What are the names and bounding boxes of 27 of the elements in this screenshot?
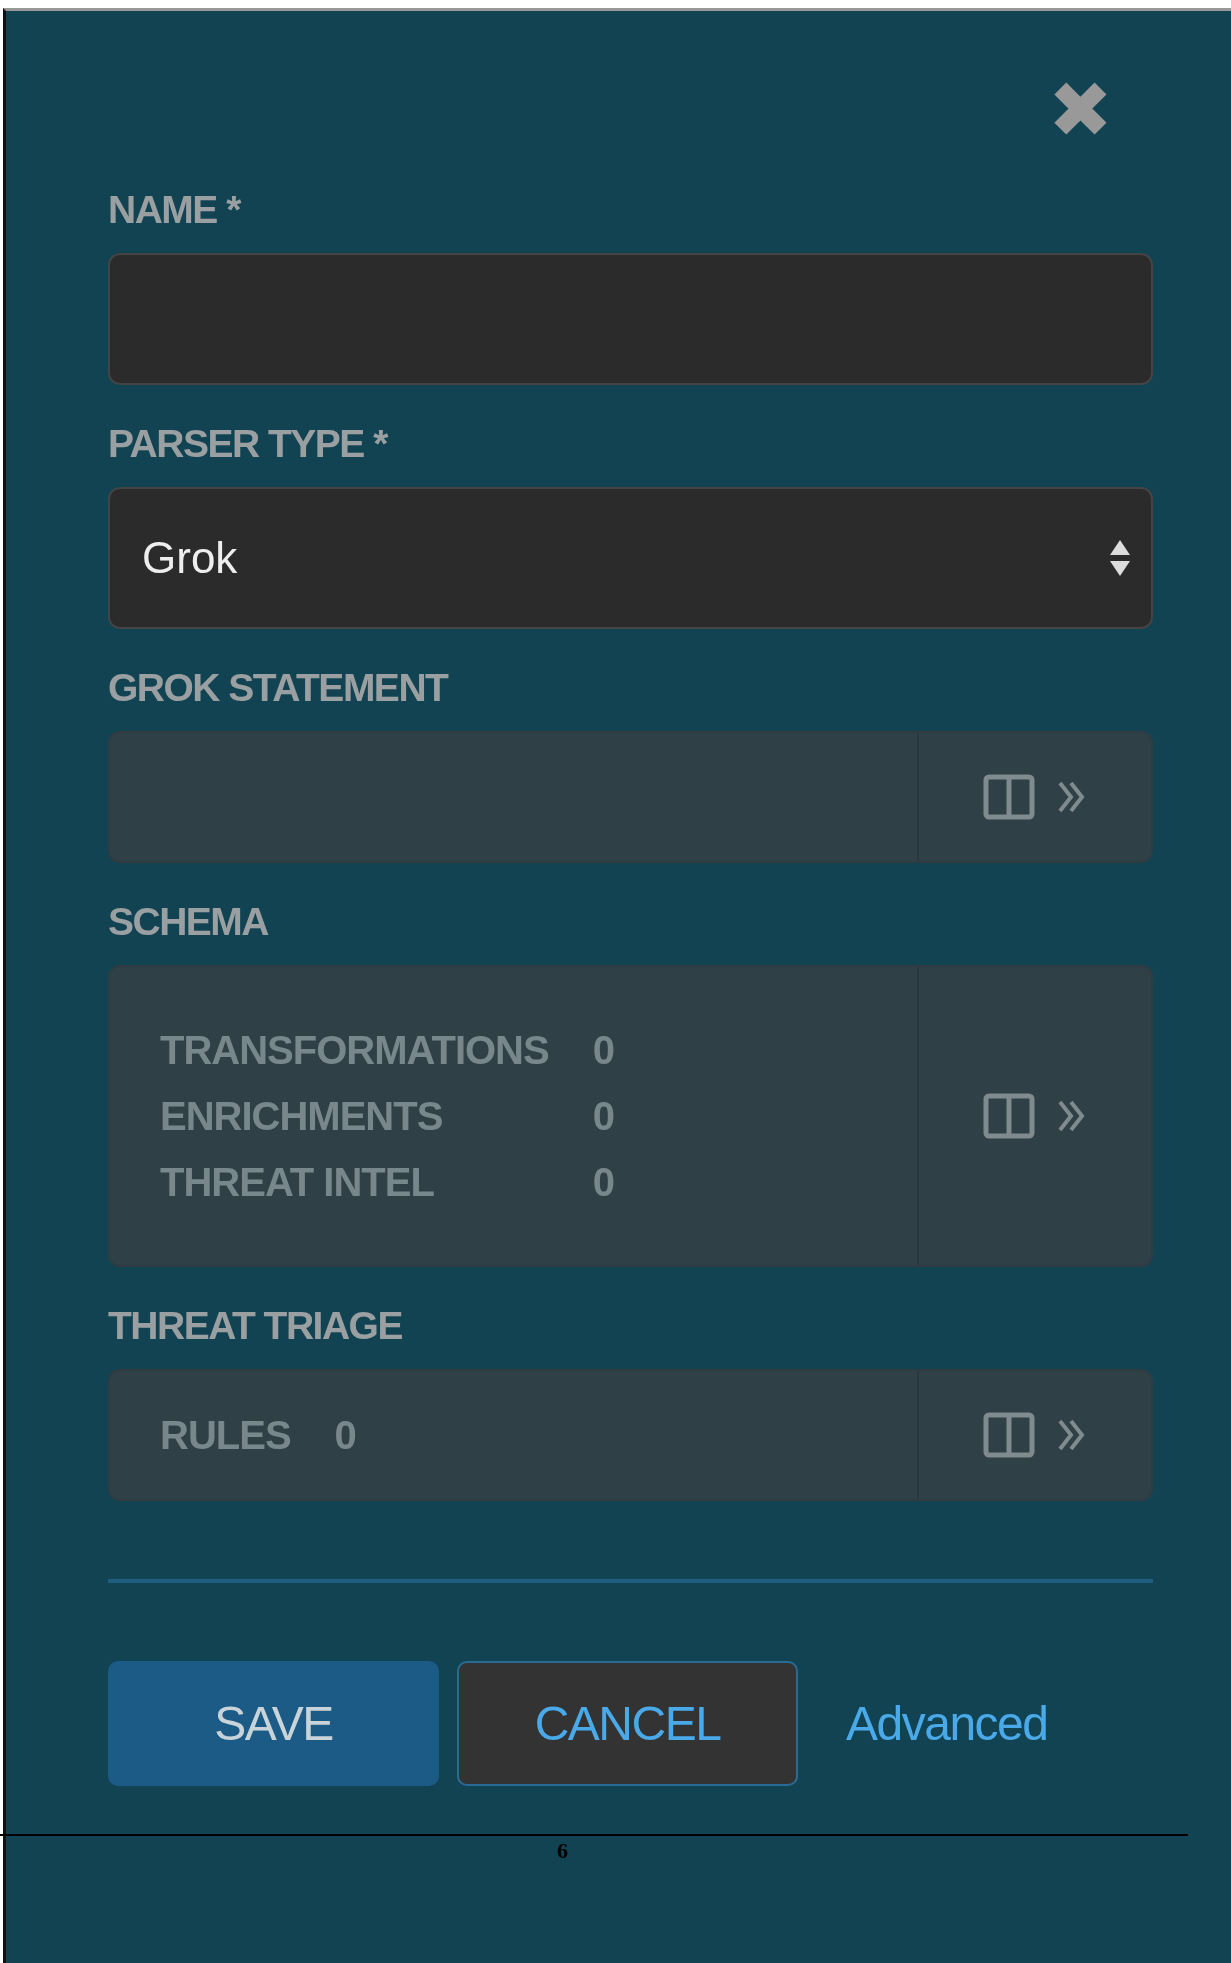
field-label: SCHEMA [108, 899, 270, 945]
row-count: 0 [592, 1093, 614, 1140]
row-label: ENRICHMENTS [160, 1093, 444, 1140]
field-label: NAME * [108, 187, 242, 233]
field-label: PARSER TYPE * [108, 421, 389, 467]
row-count: 0 [592, 1027, 614, 1074]
double-chevron-icon [1057, 1099, 1087, 1133]
close-button[interactable]: ✖ [1047, 69, 1113, 151]
double-chevron-icon [1057, 1418, 1087, 1452]
split-view-icon [983, 1412, 1035, 1458]
name-input[interactable] [108, 253, 1153, 385]
row-label: THREAT INTEL [160, 1159, 435, 1206]
split-view-icon [983, 1093, 1035, 1139]
double-chevron-icon [1057, 780, 1087, 814]
field-label: THREAT TRIAGE [108, 1303, 403, 1349]
row-label: TRANSFORMATIONS [160, 1027, 549, 1074]
row-count: 0 [592, 1159, 614, 1206]
up-down-arrows-icon [1109, 538, 1131, 578]
field-label: GROK STATEMENT [108, 665, 449, 711]
split-view-icon [983, 774, 1035, 820]
save-button[interactable]: SAVE [108, 1661, 439, 1786]
advanced-link[interactable]: Advanced [816, 1661, 1088, 1786]
parser-type-select[interactable]: Grok [108, 487, 1153, 629]
page-number: 6 [557, 1838, 568, 1864]
cancel-button[interactable]: CANCEL [457, 1661, 798, 1786]
row-label: RULES [160, 1412, 291, 1459]
row-count: 0 [334, 1412, 356, 1459]
